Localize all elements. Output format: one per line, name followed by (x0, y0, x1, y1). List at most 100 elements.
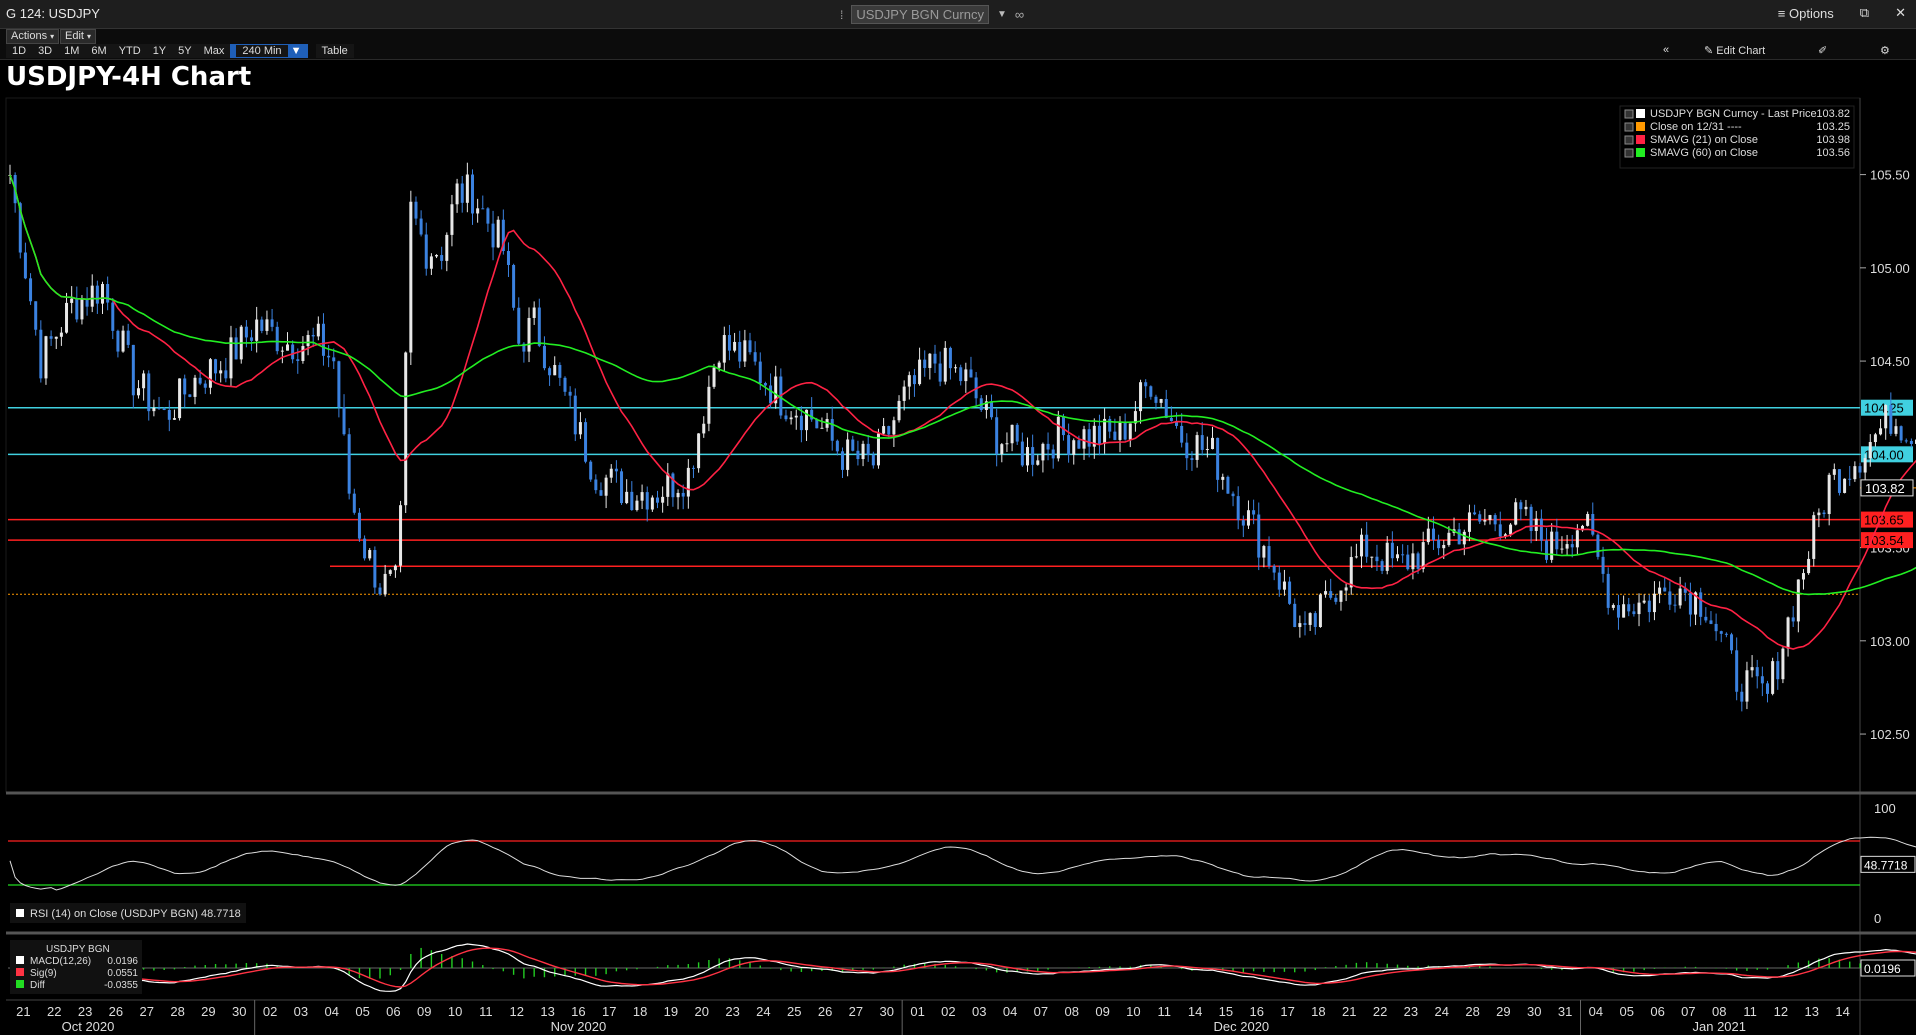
candle-body (1293, 603, 1297, 628)
candle-body (943, 347, 947, 382)
candle-body (717, 362, 721, 368)
candle-body (1437, 539, 1441, 549)
macd-legend-value: 0.0196 (107, 956, 138, 967)
x-tick-label: 07 (1681, 1004, 1695, 1019)
candle-body (1226, 476, 1230, 494)
candle-body (491, 223, 495, 248)
x-tick-label: 08 (1712, 1004, 1726, 1019)
candle-body (1529, 506, 1533, 531)
candle-body (85, 298, 89, 307)
candle-body (1246, 510, 1250, 526)
candle-body (753, 352, 757, 362)
macd-legend-swatch (16, 968, 24, 976)
candle-body (1498, 524, 1502, 537)
candle-body (733, 341, 737, 351)
candle-body (1113, 431, 1117, 440)
y-tick-label: 105.50 (1870, 168, 1910, 183)
candle-body (609, 468, 613, 478)
candle-body (327, 355, 331, 358)
candle-body (784, 415, 788, 420)
candle-body (1236, 496, 1240, 521)
candle-body (1026, 447, 1029, 466)
x-tick-label: 04 (1003, 1004, 1017, 1019)
candle-body (54, 336, 58, 339)
candle-body (1267, 546, 1271, 566)
candle-body (656, 497, 659, 503)
candle-body (1658, 587, 1662, 594)
x-tick-label: 30 (880, 1004, 894, 1019)
candle-body (1406, 554, 1410, 570)
candle-body (789, 417, 793, 420)
candle-body (1740, 691, 1744, 702)
candle-body (1354, 556, 1358, 558)
candle-body (1216, 437, 1220, 480)
candle-body (1848, 478, 1852, 480)
candle-body (1483, 520, 1487, 522)
legend-checkbox (1624, 122, 1634, 132)
candle-body (835, 440, 839, 452)
candle-body (928, 353, 932, 368)
candle-body (44, 336, 48, 379)
candle-body (542, 345, 546, 369)
x-tick-label: 28 (1465, 1004, 1479, 1019)
candle-body (1426, 528, 1430, 543)
candle-body (496, 219, 500, 248)
candle-body (1488, 515, 1492, 521)
candle-body (1853, 466, 1857, 480)
legend-value: 103.82 (1816, 108, 1850, 120)
candle-body (1036, 460, 1040, 465)
candle-body (255, 319, 259, 341)
x-tick-label: 30 (1527, 1004, 1541, 1019)
candle-body (1771, 661, 1775, 694)
candle-body (1601, 556, 1605, 574)
candle-body (1719, 631, 1723, 634)
candle-body (738, 341, 742, 362)
candle-body (1308, 613, 1312, 625)
candle-body (1262, 546, 1266, 558)
candle-body (1272, 565, 1276, 573)
candle-body (152, 407, 156, 412)
rsi-legend-label: RSI (14) on Close (USDJPY BGN) 48.7718 (30, 908, 241, 920)
candle-body (260, 319, 264, 331)
candle-body (424, 234, 428, 269)
x-tick-label: 27 (849, 1004, 863, 1019)
candle-body (892, 420, 896, 435)
candle-body (1282, 581, 1286, 590)
chart-canvas: 105.50105.00104.50104.00103.50103.00102.… (5, 97, 1916, 1035)
x-tick-label: 05 (355, 1004, 369, 1019)
candle-body (568, 391, 572, 396)
candle-body (1755, 667, 1759, 677)
candle-body (1801, 573, 1805, 580)
candle-body (388, 570, 392, 574)
candle-body (1442, 544, 1446, 549)
candle-body (49, 336, 53, 339)
candle-body (1462, 531, 1466, 545)
candle-body (589, 461, 593, 480)
candle-body (111, 302, 115, 331)
macd-legend-swatch (16, 980, 24, 988)
candle-body (1909, 440, 1913, 444)
candle-body (1416, 553, 1420, 569)
candle-body (681, 492, 685, 497)
candle-body (167, 409, 171, 420)
candle-body (1817, 512, 1821, 516)
y-tick-label: 104.50 (1870, 354, 1910, 369)
candle-body (1473, 512, 1477, 515)
legend-swatch (1636, 148, 1645, 157)
candle-body (866, 443, 870, 455)
candle-body (1889, 405, 1893, 434)
x-tick-label: 08 (1065, 1004, 1079, 1019)
candle-body (1843, 478, 1847, 493)
candle-body (1688, 592, 1692, 615)
candle-body (1560, 548, 1564, 550)
candle-body (1447, 532, 1451, 545)
x-tick-label: 17 (1280, 1004, 1294, 1019)
candle-body (1714, 623, 1718, 632)
candle-body (332, 357, 336, 362)
candle-body (871, 454, 875, 466)
candle-body (1457, 529, 1461, 545)
candle-body (573, 395, 577, 435)
x-tick-label: 23 (725, 1004, 739, 1019)
candle-body (214, 359, 218, 374)
candle-body (455, 183, 459, 205)
